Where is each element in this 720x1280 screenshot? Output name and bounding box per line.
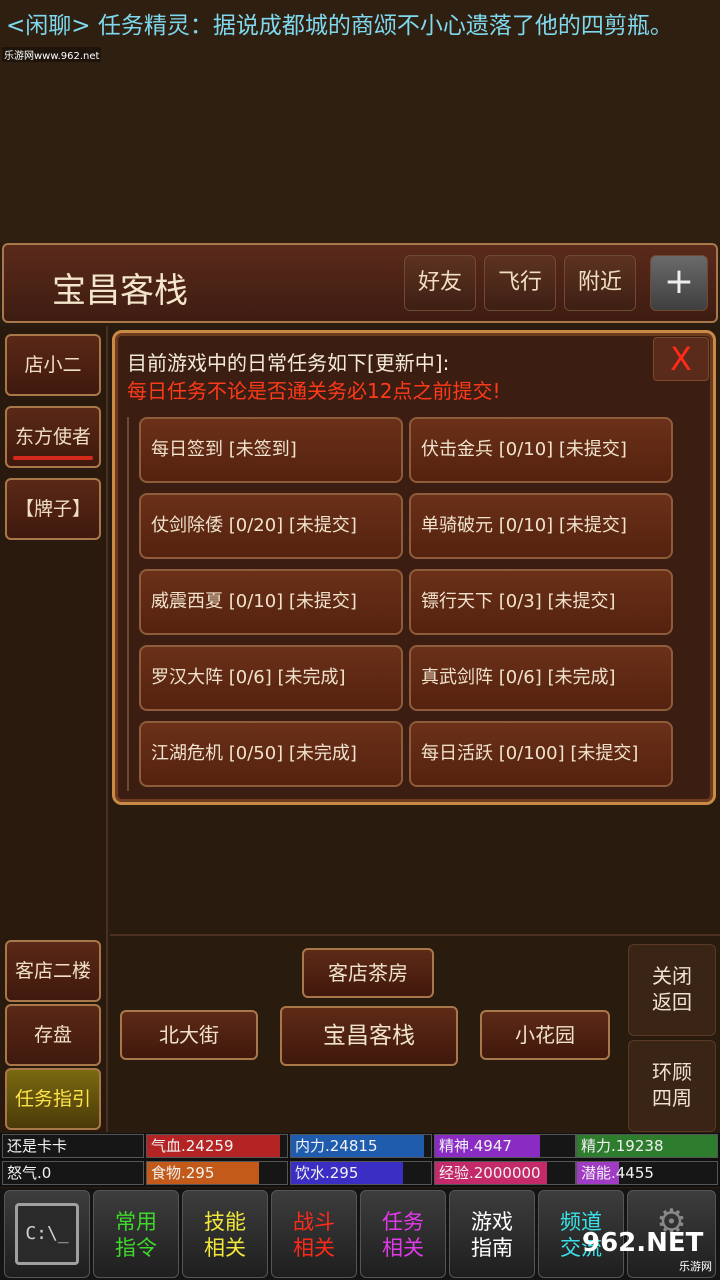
site-logo: 962.NET 乐游网 bbox=[582, 1228, 712, 1273]
console-button[interactable]: C:\_ bbox=[4, 1190, 90, 1278]
food-stat: 食物.295 bbox=[146, 1161, 288, 1185]
left-sidebar: 店小二 东方使者 【牌子】 客店二楼 存盘 任务指引 bbox=[0, 326, 108, 1132]
current-location-button[interactable]: 宝昌客栈 bbox=[280, 1006, 458, 1066]
task-item[interactable]: 每日签到 [未签到] bbox=[139, 417, 403, 483]
chat-panel: <闲聊> 任务精灵：据说成都城的商颂不小心遗落了他的四剪瓶。 乐游网www.96… bbox=[0, 0, 720, 242]
console-icon: C:\_ bbox=[15, 1203, 79, 1265]
save-button[interactable]: 存盘 bbox=[5, 1004, 101, 1066]
menu-common-commands[interactable]: 常用 指令 bbox=[93, 1190, 179, 1278]
dialog-title: 目前游戏中的日常任务如下[更新中]: bbox=[127, 351, 450, 375]
task-item[interactable]: 镖行天下 [0/3] [未提交] bbox=[409, 569, 673, 635]
exp-stat: 经验.2000000 bbox=[434, 1161, 576, 1185]
daily-task-dialog: 目前游戏中的日常任务如下[更新中]: 每日任务不论是否通关务必12点之前提交! … bbox=[112, 330, 716, 805]
location-title: 宝昌客栈 bbox=[52, 271, 188, 311]
task-item[interactable]: 罗汉大阵 [0/6] [未完成] bbox=[139, 645, 403, 711]
exit-west-button[interactable]: 北大街 bbox=[120, 1010, 258, 1060]
player-name: 还是卡卡 bbox=[2, 1134, 144, 1158]
mp-stat: 内力.24815 bbox=[290, 1134, 432, 1158]
menu-combat[interactable]: 战斗 相关 bbox=[271, 1190, 357, 1278]
inn-upstairs-button[interactable]: 客店二楼 bbox=[5, 940, 101, 1002]
rage-stat: 怒气.0 bbox=[2, 1161, 144, 1185]
hp-stat: 气血.24259 bbox=[146, 1134, 288, 1158]
nearby-button[interactable]: 附近 bbox=[564, 255, 636, 311]
exit-north-button[interactable]: 客店茶房 bbox=[302, 948, 434, 998]
task-item[interactable]: 仗剑除倭 [0/20] [未提交] bbox=[139, 493, 403, 559]
task-item[interactable]: 真武剑阵 [0/6] [未完成] bbox=[409, 645, 673, 711]
spirit-stat: 精神.4947 bbox=[434, 1134, 576, 1158]
task-grid: 每日签到 [未签到] 伏击金兵 [0/10] [未提交] 仗剑除倭 [0/20]… bbox=[127, 417, 675, 791]
friends-button[interactable]: 好友 bbox=[404, 255, 476, 311]
close-return-button[interactable]: 关闭 返回 bbox=[628, 944, 716, 1036]
location-header: 宝昌客栈 好友 飞行 附近 + bbox=[2, 243, 718, 323]
quest-guide-button[interactable]: 任务指引 bbox=[5, 1068, 101, 1130]
task-item[interactable]: 江湖危机 [0/50] [未完成] bbox=[139, 721, 403, 787]
dialog-warning: 每日任务不论是否通关务必12点之前提交! bbox=[127, 379, 501, 403]
stats-bar: 还是卡卡 气血.24259 内力.24815 精神.4947 精力.19238 … bbox=[0, 1133, 720, 1187]
task-item[interactable]: 单骑破元 [0/10] [未提交] bbox=[409, 493, 673, 559]
npc-envoy-button[interactable]: 东方使者 bbox=[5, 406, 101, 468]
task-item[interactable]: 每日活跃 [0/100] [未提交] bbox=[409, 721, 673, 787]
menu-quests[interactable]: 任务 相关 bbox=[360, 1190, 446, 1278]
sign-button[interactable]: 【牌子】 bbox=[5, 478, 101, 540]
fly-button[interactable]: 飞行 bbox=[484, 255, 556, 311]
task-item[interactable]: 威震西夏 [0/10] [未提交] bbox=[139, 569, 403, 635]
task-item[interactable]: 伏击金兵 [0/10] [未提交] bbox=[409, 417, 673, 483]
menu-skills[interactable]: 技能 相关 bbox=[182, 1190, 268, 1278]
npc-waiter-button[interactable]: 店小二 bbox=[5, 334, 101, 396]
water-stat: 饮水.295 bbox=[290, 1161, 432, 1185]
close-icon[interactable]: X bbox=[653, 337, 709, 381]
watermark: 乐游网www.962.net bbox=[2, 47, 102, 62]
energy-stat: 精力.19238 bbox=[576, 1134, 718, 1158]
navigation-panel: 客店茶房 北大街 宝昌客栈 小花园 关闭 返回 环顾 四周 bbox=[110, 934, 720, 1132]
look-around-button[interactable]: 环顾 四周 bbox=[628, 1040, 716, 1132]
exit-east-button[interactable]: 小花园 bbox=[480, 1010, 610, 1060]
chat-message: <闲聊> 任务精灵：据说成都城的商颂不小心遗落了他的四剪瓶。 bbox=[6, 13, 673, 39]
add-button[interactable]: + bbox=[650, 255, 708, 311]
menu-guide[interactable]: 游戏 指南 bbox=[449, 1190, 535, 1278]
potential-stat: 潜能.4455 bbox=[576, 1161, 718, 1185]
